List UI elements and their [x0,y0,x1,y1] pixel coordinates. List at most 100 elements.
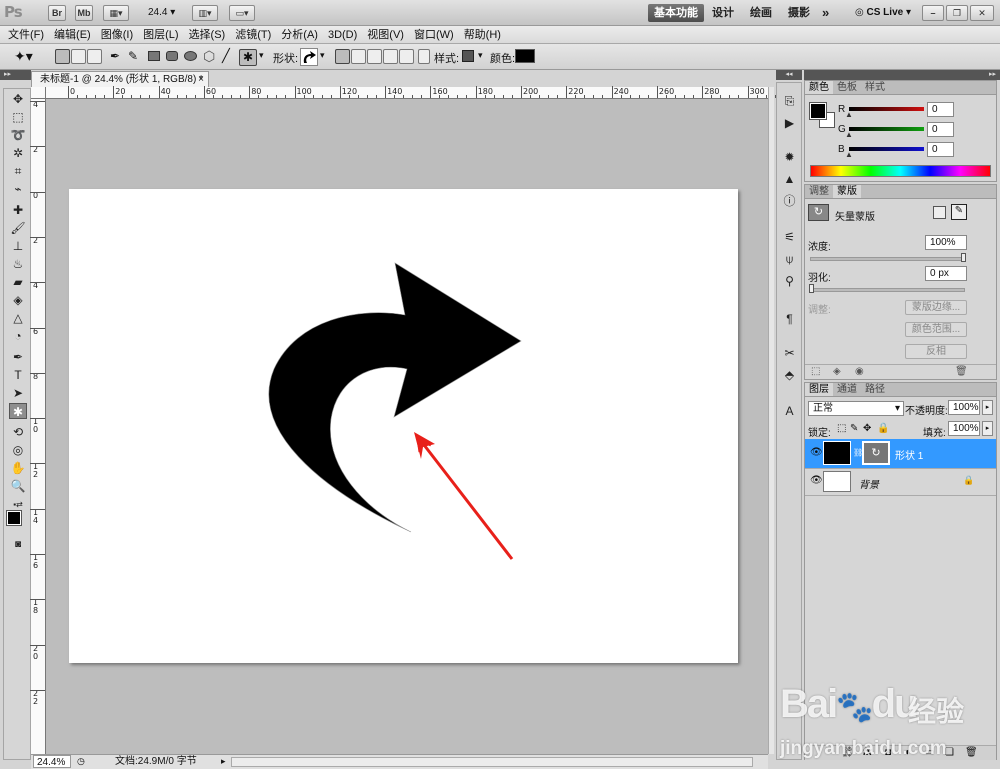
menu-window[interactable]: 窗口(W) [409,26,459,44]
menu-select[interactable]: 选择(S) [184,26,231,44]
menu-layer[interactable]: 图层(L) [138,26,183,44]
quick-selection-tool-icon[interactable]: ✲ [9,145,27,161]
menu-analysis[interactable]: 分析(A) [276,26,323,44]
rounded-rectangle-icon[interactable] [166,51,178,61]
pen-tool-icon[interactable]: ✒ [9,349,27,365]
histogram-panel-icon[interactable]: ▲ [780,171,799,187]
paint-bucket-tool-icon[interactable]: ◈ [9,292,27,308]
horizontal-scrollbar[interactable] [231,757,753,767]
ellipse-shape-icon[interactable] [184,51,197,61]
blur-tool-icon[interactable]: △ [9,310,27,326]
menu-filter[interactable]: 滤镜(T) [230,26,276,44]
geometry-options-dropdown[interactable]: ▾ [259,50,264,61]
layer-thumbnail[interactable] [823,471,851,492]
path-selection-tool-icon[interactable]: ➤ [9,385,27,401]
move-tool-icon[interactable]: ✥ [9,91,27,107]
menu-view[interactable]: 视图(V) [362,26,409,44]
lock-position-icon[interactable]: ✥ [863,423,871,434]
clone-source-panel-icon[interactable]: ⍦ [780,251,799,267]
status-icon[interactable]: ◷ [77,755,85,768]
dodge-tool-icon[interactable]: ◔ [9,328,27,344]
clone-stamp-tool-icon[interactable]: ⊥ [9,238,27,254]
channel-value-g[interactable]: 0 [927,122,954,137]
tab-masks[interactable]: 蒙版 [833,185,861,198]
link-icon[interactable] [418,49,430,64]
quick-mask-icon[interactable]: ◙ [9,537,27,553]
lock-all-icon[interactable]: 🔒 [877,423,889,434]
type-tool-icon[interactable]: T [9,367,27,383]
cs-live-button[interactable]: ◎ CS Live ▾ [855,6,911,20]
lock-image-icon[interactable]: ✎ [850,423,858,434]
opacity-slider-toggle[interactable]: ▸ [982,400,993,415]
arrange-documents-button[interactable]: ▥▾ [192,5,218,21]
subtract-shape-area-button[interactable] [367,49,382,64]
menu-file[interactable]: 文件(F) [0,26,49,44]
tab-paths[interactable]: 路径 [861,383,889,396]
menu-edit[interactable]: 编辑(E) [49,26,96,44]
vertical-scrollbar[interactable] [768,87,774,754]
polygon-shape-icon[interactable]: ⬡ [203,48,215,65]
menu-help[interactable]: 帮助(H) [459,26,506,44]
paths-button[interactable] [71,49,86,64]
channel-slider-b[interactable] [849,147,924,151]
density-slider-thumb[interactable] [961,253,966,262]
restore-button[interactable]: ❐ [946,5,968,21]
workspace-photography[interactable]: 摄影 [782,4,816,22]
marquee-tool-icon[interactable]: ⬚ [9,109,27,125]
intersect-shape-areas-button[interactable] [383,49,398,64]
pixel-mask-button[interactable] [933,206,946,219]
style-swatch[interactable] [462,50,474,62]
character-panel-icon[interactable]: A [780,403,799,419]
tab-styles[interactable]: 样式 [861,81,889,94]
bridge-button[interactable]: Br [48,5,66,21]
channel-slider-thumb[interactable]: ▲ [845,130,853,139]
status-menu-arrow[interactable]: ▸ [221,755,226,768]
history-panel-icon[interactable]: ⎘ [780,93,799,109]
menu-3d[interactable]: 3D(D) [323,26,362,44]
lock-transparent-icon[interactable]: ⬚ [837,423,846,434]
apply-mask-icon[interactable]: ◈ [833,366,841,377]
load-selection-icon[interactable]: ⬚ [811,366,820,377]
feather-slider[interactable] [810,288,965,292]
minimize-button[interactable]: – [922,5,944,21]
lasso-tool-icon[interactable]: ➰ [9,127,27,143]
zoom-field[interactable]: 24.4% [33,755,71,768]
vector-mask-button[interactable]: ✎ [951,204,967,220]
3d-orbit-tool-icon[interactable]: ◎ [9,442,27,458]
density-slider[interactable] [810,257,965,261]
foreground-color-swatch[interactable] [6,510,22,526]
tab-channels[interactable]: 通道 [833,383,861,396]
close-document-button[interactable]: × [198,72,204,87]
eraser-tool-icon[interactable]: ▰ [9,274,27,290]
eyedropper-tool-icon[interactable]: ⌁ [9,181,27,197]
disable-mask-icon[interactable]: ◉ [855,366,864,377]
delete-mask-icon[interactable]: 🗑 [955,366,968,377]
visibility-eye-icon[interactable]: 👁 [810,447,823,458]
crop-tool-icon[interactable]: ⌗ [9,163,27,179]
canvas[interactable] [69,189,738,663]
info-panel-icon[interactable]: ⓘ [780,193,799,209]
healing-brush-tool-icon[interactable]: ✚ [9,202,27,218]
document-tab[interactable]: 未标题-1 @ 24.4% (形状 1, RGB/8) * × [31,71,209,87]
rectangle-shape-icon[interactable] [148,51,160,61]
mask-edge-button[interactable]: 蒙版边缘... [905,300,967,315]
fill-pixels-button[interactable] [87,49,102,64]
channel-value-r[interactable]: 0 [927,102,954,117]
tab-swatches[interactable]: 色板 [833,81,861,94]
3d-panel-icon[interactable]: ✂ [780,345,799,361]
workspace-essentials[interactable]: 基本功能 [648,4,704,22]
horizontal-ruler[interactable]: 0 20 40 60 80 100 120 140 160 180 200 220 240 260 280 3… [46,86,785,99]
channel-value-b[interactable]: 0 [927,142,954,157]
channel-slider-thumb[interactable]: ▲ [845,150,853,159]
workspace-design[interactable]: 设计 [706,4,740,22]
foreground-color-swatch[interactable] [809,102,827,120]
visibility-eye-icon[interactable]: 👁 [810,475,823,486]
vector-mask-thumbnail[interactable]: ↻ [862,441,890,465]
exclude-overlap-button[interactable] [399,49,414,64]
shape-layers-button[interactable] [55,49,70,64]
more-workspaces-button[interactable]: » [816,4,835,22]
layer-row-shape-1[interactable]: 👁 ⛓ ↻ 形状 1 [805,439,996,469]
add-to-shape-area-button[interactable] [351,49,366,64]
line-shape-icon[interactable]: ╱ [222,48,230,64]
style-dropdown[interactable]: ▾ [478,50,483,61]
